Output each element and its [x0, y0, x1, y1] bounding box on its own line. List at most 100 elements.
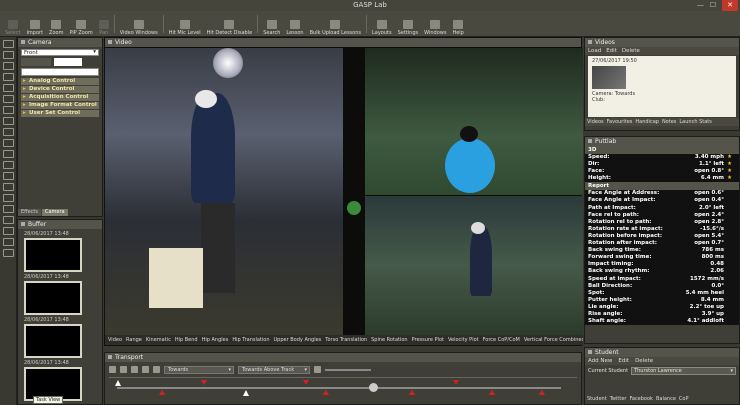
metric-tab-0[interactable]: Video [108, 337, 122, 343]
current-student-select[interactable]: Thurston Lawrence [631, 367, 736, 375]
zoom-button[interactable]: Zoom [46, 12, 66, 36]
star-icon[interactable]: ★ [727, 168, 732, 175]
videos-tab-1[interactable]: Favourites [607, 119, 633, 125]
frame-back-icon[interactable] [120, 366, 127, 373]
star-icon[interactable]: ★ [727, 175, 732, 182]
pen-tool-icon[interactable] [2, 106, 14, 114]
metric-tab-9[interactable]: Pressure Plot [412, 337, 444, 343]
track-select[interactable]: Towards Above Track [238, 365, 310, 374]
speed-slider[interactable] [325, 368, 371, 371]
video-feed-side[interactable] [365, 196, 583, 335]
videos-edit-button[interactable]: Edit [606, 48, 617, 54]
minimize-button[interactable]: — [697, 0, 704, 11]
videos-tab-2[interactable]: Handicap [635, 119, 659, 125]
ellipse-tool-icon[interactable] [2, 194, 14, 202]
metric-tab-12[interactable]: Vertical Force Combined [524, 337, 583, 343]
student-add-new-button[interactable]: Add New [588, 358, 612, 364]
hand-tool-icon[interactable] [2, 40, 14, 48]
curve-tool-icon[interactable] [2, 150, 14, 158]
student-delete-button[interactable]: Delete [635, 358, 653, 364]
help-button[interactable]: Help [449, 12, 466, 36]
event-marker[interactable] [539, 390, 545, 395]
search-button[interactable]: Search [260, 12, 283, 36]
buffer-thumbnail[interactable] [24, 324, 82, 358]
student-tab-twitter[interactable]: Twitter [610, 396, 627, 402]
buffer-item[interactable]: 28/06/2017 13:48 [24, 274, 96, 315]
star-icon[interactable]: ★ [727, 154, 732, 161]
buffer-item[interactable]: 28/06/2017 13:48 [24, 360, 96, 401]
student-tab-cop[interactable]: CoP [679, 396, 689, 402]
event-marker[interactable] [323, 390, 329, 395]
videos-load-button[interactable]: Load [588, 48, 601, 54]
metric-tab-1[interactable]: Range [126, 337, 142, 343]
trash-tool-icon[interactable] [2, 227, 14, 235]
speed-icon[interactable] [314, 366, 321, 373]
task-view-icon[interactable] [2, 249, 14, 257]
plane-tool-icon[interactable] [2, 139, 14, 147]
metric-tab-8[interactable]: Spine Rotation [371, 337, 407, 343]
cross-tool-icon[interactable] [2, 205, 14, 213]
metric-tab-5[interactable]: Hip Translation [232, 337, 269, 343]
student-edit-button[interactable]: Edit [618, 358, 629, 364]
camera-control-2[interactable]: Acquisition Control [21, 94, 99, 101]
videos-tab-3[interactable]: Notes [662, 119, 676, 125]
play-icon[interactable] [109, 366, 116, 373]
event-marker[interactable] [201, 380, 207, 385]
event-marker[interactable] [453, 380, 459, 385]
playhead-knob[interactable] [369, 383, 378, 392]
event-marker[interactable] [303, 380, 309, 385]
event-marker[interactable] [159, 390, 165, 395]
camera-control-4[interactable]: User Set Control [21, 110, 99, 117]
settings-button[interactable]: Settings [395, 12, 422, 36]
video-feed-front[interactable] [105, 48, 343, 335]
lock-tool-icon[interactable] [2, 238, 14, 246]
camera-control-3[interactable]: Image Format Control [21, 102, 99, 109]
metric-tab-11[interactable]: Force CoP/CoM [483, 337, 520, 343]
split-handle-icon[interactable] [347, 201, 361, 215]
student-tab-student[interactable]: Student [587, 396, 607, 402]
pip-zoom-button[interactable]: PiP Zoom [66, 12, 95, 36]
record-icon[interactable] [153, 366, 160, 373]
text-tool-icon[interactable] [2, 117, 14, 125]
star-icon[interactable]: ★ [727, 161, 732, 168]
circle-tool-icon[interactable] [2, 73, 14, 81]
metric-tab-2[interactable]: Kinematic [146, 337, 171, 343]
close-button[interactable]: ✕ [722, 0, 738, 11]
import-button[interactable]: Import [23, 12, 46, 36]
camera-tab-effects[interactable]: Effects [18, 209, 41, 216]
event-marker[interactable] [489, 390, 495, 395]
frame-forward-icon[interactable] [131, 366, 138, 373]
buffer-thumbnail[interactable] [24, 238, 82, 272]
student-tab-facebook[interactable]: Facebook [629, 396, 653, 402]
metric-tab-10[interactable]: Velocity Plot [448, 337, 479, 343]
arrow-tool-icon[interactable] [2, 51, 14, 59]
video-feed-overhead[interactable] [365, 48, 583, 195]
timeline[interactable] [109, 377, 577, 397]
camera-select[interactable]: Front [21, 49, 99, 56]
event-marker[interactable] [409, 390, 415, 395]
camera-search-input[interactable] [21, 68, 99, 76]
student-tab-balance[interactable]: Balance [656, 396, 676, 402]
lesson-button[interactable]: Lesson [283, 12, 306, 36]
direction-select[interactable]: Towards [164, 365, 234, 374]
windows-button[interactable]: Windows [421, 12, 449, 36]
buffer-item[interactable]: 28/06/2017 13:48 [24, 231, 96, 272]
angle-tool-icon[interactable] [2, 95, 14, 103]
camera-control-0[interactable]: Analog Control [21, 78, 99, 85]
camera-tab-camera[interactable]: Camera [42, 209, 68, 216]
metric-tab-6[interactable]: Upper Body Angles [274, 337, 322, 343]
rectangle-tool-icon[interactable] [2, 84, 14, 92]
loop-icon[interactable] [142, 366, 149, 373]
hit-mic-level-button[interactable]: Hit Mic Level [166, 12, 204, 36]
hit-detect-disable-button[interactable]: Hit Detect Disable [204, 12, 256, 36]
line-tool-icon[interactable] [2, 62, 14, 70]
videos-tab-0[interactable]: Videos [587, 119, 604, 125]
current-marker[interactable] [243, 390, 249, 396]
start-marker[interactable] [115, 380, 121, 386]
grid-tool-icon[interactable] [2, 172, 14, 180]
bulk-upload-lessons-button[interactable]: Bulk Upload Lessons [307, 12, 364, 36]
metric-tab-4[interactable]: Hip Angles [202, 337, 229, 343]
videos-tab-4[interactable]: Launch Stats [679, 119, 711, 125]
video-thumbnail[interactable] [592, 66, 626, 89]
spine-tool-icon[interactable] [2, 128, 14, 136]
